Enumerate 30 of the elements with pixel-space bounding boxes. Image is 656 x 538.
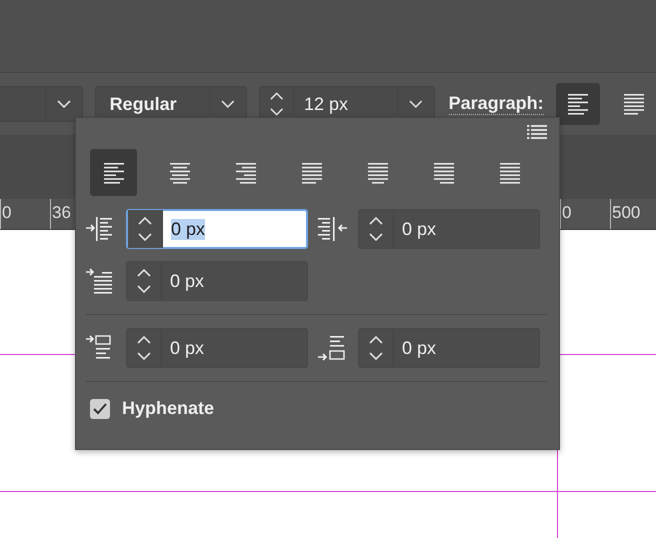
- number-field[interactable]: 0 px: [126, 328, 308, 368]
- checkbox-label: Hyphenate: [122, 398, 214, 419]
- alignment-button[interactable]: [90, 149, 137, 196]
- stepper-icon[interactable]: [127, 262, 162, 300]
- alignment-button[interactable]: [556, 83, 600, 125]
- field-value: 0 px: [402, 218, 436, 240]
- list-menu-icon[interactable]: [527, 124, 547, 140]
- ruler-label: 500: [612, 203, 640, 223]
- field-value: 0 px: [170, 270, 204, 292]
- number-field[interactable]: 0 px: [126, 261, 308, 301]
- checkmark-icon: [93, 402, 107, 414]
- checkbox[interactable]: [90, 398, 110, 418]
- stepper-icon[interactable]: [359, 210, 394, 248]
- number-field[interactable]: 0 px: [126, 209, 308, 249]
- ruler-label: 0: [2, 203, 12, 223]
- stepper-icon[interactable]: [127, 329, 162, 367]
- number-field[interactable]: 0 px: [358, 209, 540, 249]
- ruler-label: 36: [52, 203, 71, 223]
- chevron-icon: [56, 100, 71, 108]
- right-indent-icon: [316, 214, 350, 244]
- ruler-label: 0: [562, 203, 572, 223]
- number-field[interactable]: 0 px: [358, 328, 540, 368]
- field-value: 0 px: [171, 218, 206, 240]
- paragraph-label[interactable]: Paragraph:: [448, 93, 544, 115]
- chevron-icon: [409, 100, 423, 108]
- field-value: 0 px: [402, 338, 436, 358]
- stepper-icon[interactable]: [359, 329, 394, 367]
- field-value: 0 px: [170, 338, 204, 358]
- chevron-icon: [220, 100, 235, 108]
- stepper-icon[interactable]: [128, 210, 163, 248]
